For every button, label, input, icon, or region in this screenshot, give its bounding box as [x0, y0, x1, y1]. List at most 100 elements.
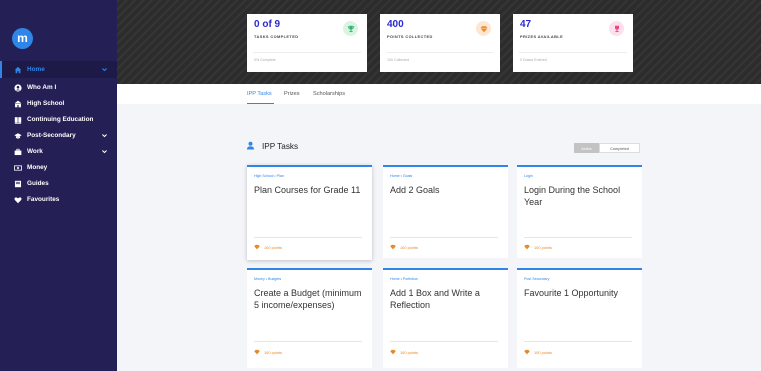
stat-label: PRIZES AVAILABLE [520, 34, 564, 39]
sidebar-item-label: Guides [27, 180, 49, 187]
money-icon [13, 163, 22, 172]
sidebar-item-high-school[interactable]: High School [0, 95, 117, 112]
task-points-label: 100 points [264, 349, 282, 355]
chevron-down-icon [102, 68, 107, 72]
sidebar-item-money[interactable]: Money [0, 159, 117, 176]
task-title: Plan Courses for Grade 11 [254, 185, 361, 195]
stat-footer: 0% Complete [254, 58, 276, 62]
task-points: 100 points [524, 349, 552, 355]
task-card[interactable]: Post Secondary Favourite 1 Opportunity 1… [517, 268, 642, 368]
gem-icon [390, 244, 396, 250]
task-points: 100 points [254, 244, 282, 250]
stat-footer: 0 Draws Entered [520, 58, 547, 62]
task-card[interactable]: Login Login During the School Year 100 p… [517, 165, 642, 258]
task-category: Home • Goals [390, 174, 413, 178]
sidebar-item-label: Who Am I [27, 84, 57, 91]
divider [254, 237, 362, 238]
active-tab-indicator [247, 103, 274, 104]
sidebar-item-favourites[interactable]: Favourites [0, 191, 117, 208]
stat-footer: 100 Collected [387, 58, 409, 62]
stat-value: 400 [387, 19, 404, 30]
gem-icon [254, 349, 260, 355]
toggle-active[interactable]: Active [574, 143, 599, 153]
sidebar-item-label: High School [27, 100, 65, 107]
gem-icon [476, 21, 491, 36]
book-icon [13, 115, 22, 124]
task-category: Home • Portfolios [390, 277, 418, 281]
person-circle-icon [13, 83, 22, 92]
trophy-cup-icon [609, 21, 624, 36]
divider [253, 52, 361, 53]
sidebar-item-label: Home [27, 66, 45, 73]
tab-bar [117, 84, 761, 104]
task-points-label: 100 points [264, 244, 282, 250]
sidebar-item-label: Continuing Education [27, 116, 94, 123]
divider [524, 237, 632, 238]
task-points: 100 points [524, 244, 552, 250]
task-points-label: 100 points [400, 244, 418, 250]
trophy-icon [343, 21, 358, 36]
task-points: 100 points [390, 349, 418, 355]
task-title: Add 2 Goals [390, 185, 440, 195]
task-card[interactable]: Home • Goals Add 2 Goals 100 points [383, 165, 508, 258]
stat-card-prizes: 47 PRIZES AVAILABLE 0 Draws Entered [513, 14, 633, 72]
task-category: Money • Budgets [254, 277, 282, 281]
sidebar-item-label: Post-Secondary [27, 132, 76, 139]
stat-card-tasks: 0 of 9 TASKS COMPLETED 0% Complete [247, 14, 367, 72]
home-icon [13, 65, 22, 74]
divider [254, 341, 362, 342]
task-title: Favourite 1 Opportunity [524, 288, 619, 298]
task-points-label: 100 points [534, 244, 552, 250]
stat-label: POINTS COLLECTED [387, 34, 433, 39]
gem-icon [524, 244, 530, 250]
stat-value: 47 [520, 19, 532, 30]
school-icon [13, 99, 22, 108]
task-title: Create a Budget (minimum 5 income/expens… [254, 288, 362, 310]
gem-icon [524, 349, 530, 355]
task-points: 100 points [254, 349, 282, 355]
divider [390, 341, 498, 342]
divider [390, 237, 498, 238]
sidebar-item-work[interactable]: Work [0, 143, 117, 160]
sidebar-item-who-am-i[interactable]: Who Am I [0, 79, 117, 96]
app-logo[interactable]: m [12, 28, 33, 49]
stat-label: TASKS COMPLETED [254, 34, 299, 39]
toggle-completed[interactable]: Completed [599, 143, 640, 153]
chevron-down-icon [102, 134, 107, 138]
task-category: High School • Plan [254, 174, 284, 178]
sidebar-item-guides[interactable]: Guides [0, 175, 117, 192]
sidebar-item-post-secondary[interactable]: Post-Secondary [0, 127, 117, 144]
tab-prizes[interactable]: Prizes [284, 91, 300, 97]
sidebar-item-label: Money [27, 164, 48, 171]
task-title: Login During the School Year [524, 185, 621, 207]
graduation-cap-icon [13, 131, 22, 140]
sidebar-item-label: Favourites [27, 196, 60, 203]
task-card[interactable]: High School • Plan Plan Courses for Grad… [247, 165, 372, 260]
briefcase-icon [13, 147, 22, 156]
task-points: 100 points [390, 244, 418, 250]
tab-ipp-tasks[interactable]: IPP Tasks [247, 91, 272, 97]
chevron-down-icon [102, 150, 107, 154]
task-card[interactable]: Money • Budgets Create a Budget (minimum… [247, 268, 372, 368]
section-title: IPP Tasks [262, 142, 299, 151]
sidebar-item-continuing-education[interactable]: Continuing Education [0, 111, 117, 128]
task-points-label: 100 points [534, 349, 552, 355]
sidebar-item-label: Work [27, 148, 43, 155]
gem-icon [254, 244, 260, 250]
stat-value: 0 of 9 [254, 19, 281, 30]
guide-book-icon [13, 179, 22, 188]
task-category: Login [524, 174, 533, 178]
gem-icon [390, 349, 396, 355]
task-points-label: 100 points [400, 349, 418, 355]
task-title: Add 1 Box and Write a Reflection [390, 288, 480, 310]
divider [524, 341, 632, 342]
task-card[interactable]: Home • Portfolios Add 1 Box and Write a … [383, 268, 508, 368]
task-category: Post Secondary [524, 277, 550, 281]
divider [519, 52, 627, 53]
person-icon [246, 141, 255, 150]
sidebar-item-home[interactable]: Home [0, 61, 117, 78]
tab-scholarships[interactable]: Scholarships [313, 91, 345, 97]
sidebar: m Home Who Am I High School Continuing E… [0, 0, 117, 371]
heart-icon [13, 195, 22, 204]
stat-card-points: 400 POINTS COLLECTED 100 Collected [380, 14, 500, 72]
